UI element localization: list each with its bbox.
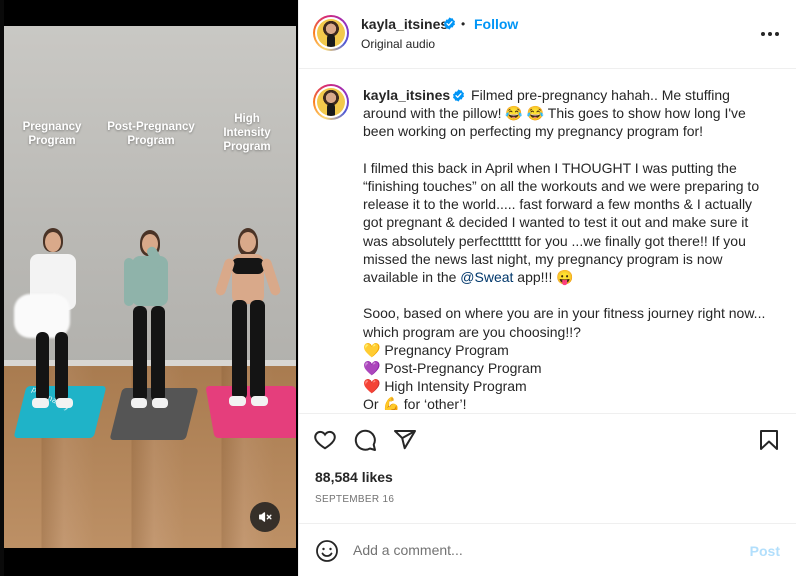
caption-section: kayla_itsines Filmed pre-pregnancy hahah…: [299, 70, 796, 410]
comment-bar: Post: [299, 523, 796, 576]
follow-button[interactable]: Follow: [474, 16, 518, 32]
verified-badge-icon: [453, 89, 465, 102]
action-bar: [299, 413, 796, 463]
more-options-icon[interactable]: [758, 24, 782, 44]
sweat-mention-link[interactable]: @Sweat: [460, 269, 513, 285]
avatar[interactable]: [313, 15, 349, 51]
post-comment-button[interactable]: Post: [750, 543, 780, 559]
caption-body-part1: Filmed pre-pregnancy hahah.. Me stuffing…: [363, 87, 760, 286]
video-player[interactable]: Pregnancy Program Post-Pregnancy Program…: [0, 0, 298, 576]
bookmark-icon[interactable]: [757, 428, 781, 452]
woman-high-intensity-figure: [214, 228, 282, 418]
verified-badge-icon: [444, 17, 455, 30]
comment-input[interactable]: [353, 538, 733, 562]
post-caption: kayla_itsines Filmed pre-pregnancy hahah…: [363, 86, 775, 410]
woman-post-pregnancy-figure: [124, 230, 178, 420]
caption-pregnancy-program: Pregnancy Program: [22, 121, 82, 147]
caption-high-intensity-program: High Intensity Program: [223, 113, 271, 153]
share-icon[interactable]: [393, 428, 417, 452]
caption-avatar[interactable]: [313, 84, 349, 120]
caption-body-part2: app!!! 😛 Sooo, based on where you are in…: [363, 269, 766, 410]
caption-post-pregnancy-program: Post-Pregnancy Program: [107, 121, 195, 147]
post-details-panel: kayla_itsines • Follow Original audio ka…: [298, 0, 796, 576]
woman-pregnancy-figure: [14, 226, 86, 416]
muted-speaker-icon[interactable]: [250, 502, 280, 532]
likes-count[interactable]: 88,584 likes: [315, 469, 393, 485]
separator-dot: •: [461, 17, 466, 31]
heart-icon[interactable]: [313, 428, 337, 452]
comment-icon[interactable]: [353, 428, 377, 452]
emoji-smile-icon[interactable]: [315, 539, 339, 563]
header-username[interactable]: kayla_itsines: [361, 16, 448, 32]
post-date[interactable]: SEPTEMBER 16: [315, 494, 394, 505]
caption-username[interactable]: kayla_itsines: [363, 87, 450, 103]
post-header: kayla_itsines • Follow Original audio: [299, 0, 796, 69]
video-frame[interactable]: Pregnancy Program Post-Pregnancy Program…: [4, 26, 296, 548]
original-audio-link[interactable]: Original audio: [361, 37, 435, 51]
instagram-post: Pregnancy Program Post-Pregnancy Program…: [0, 0, 796, 576]
